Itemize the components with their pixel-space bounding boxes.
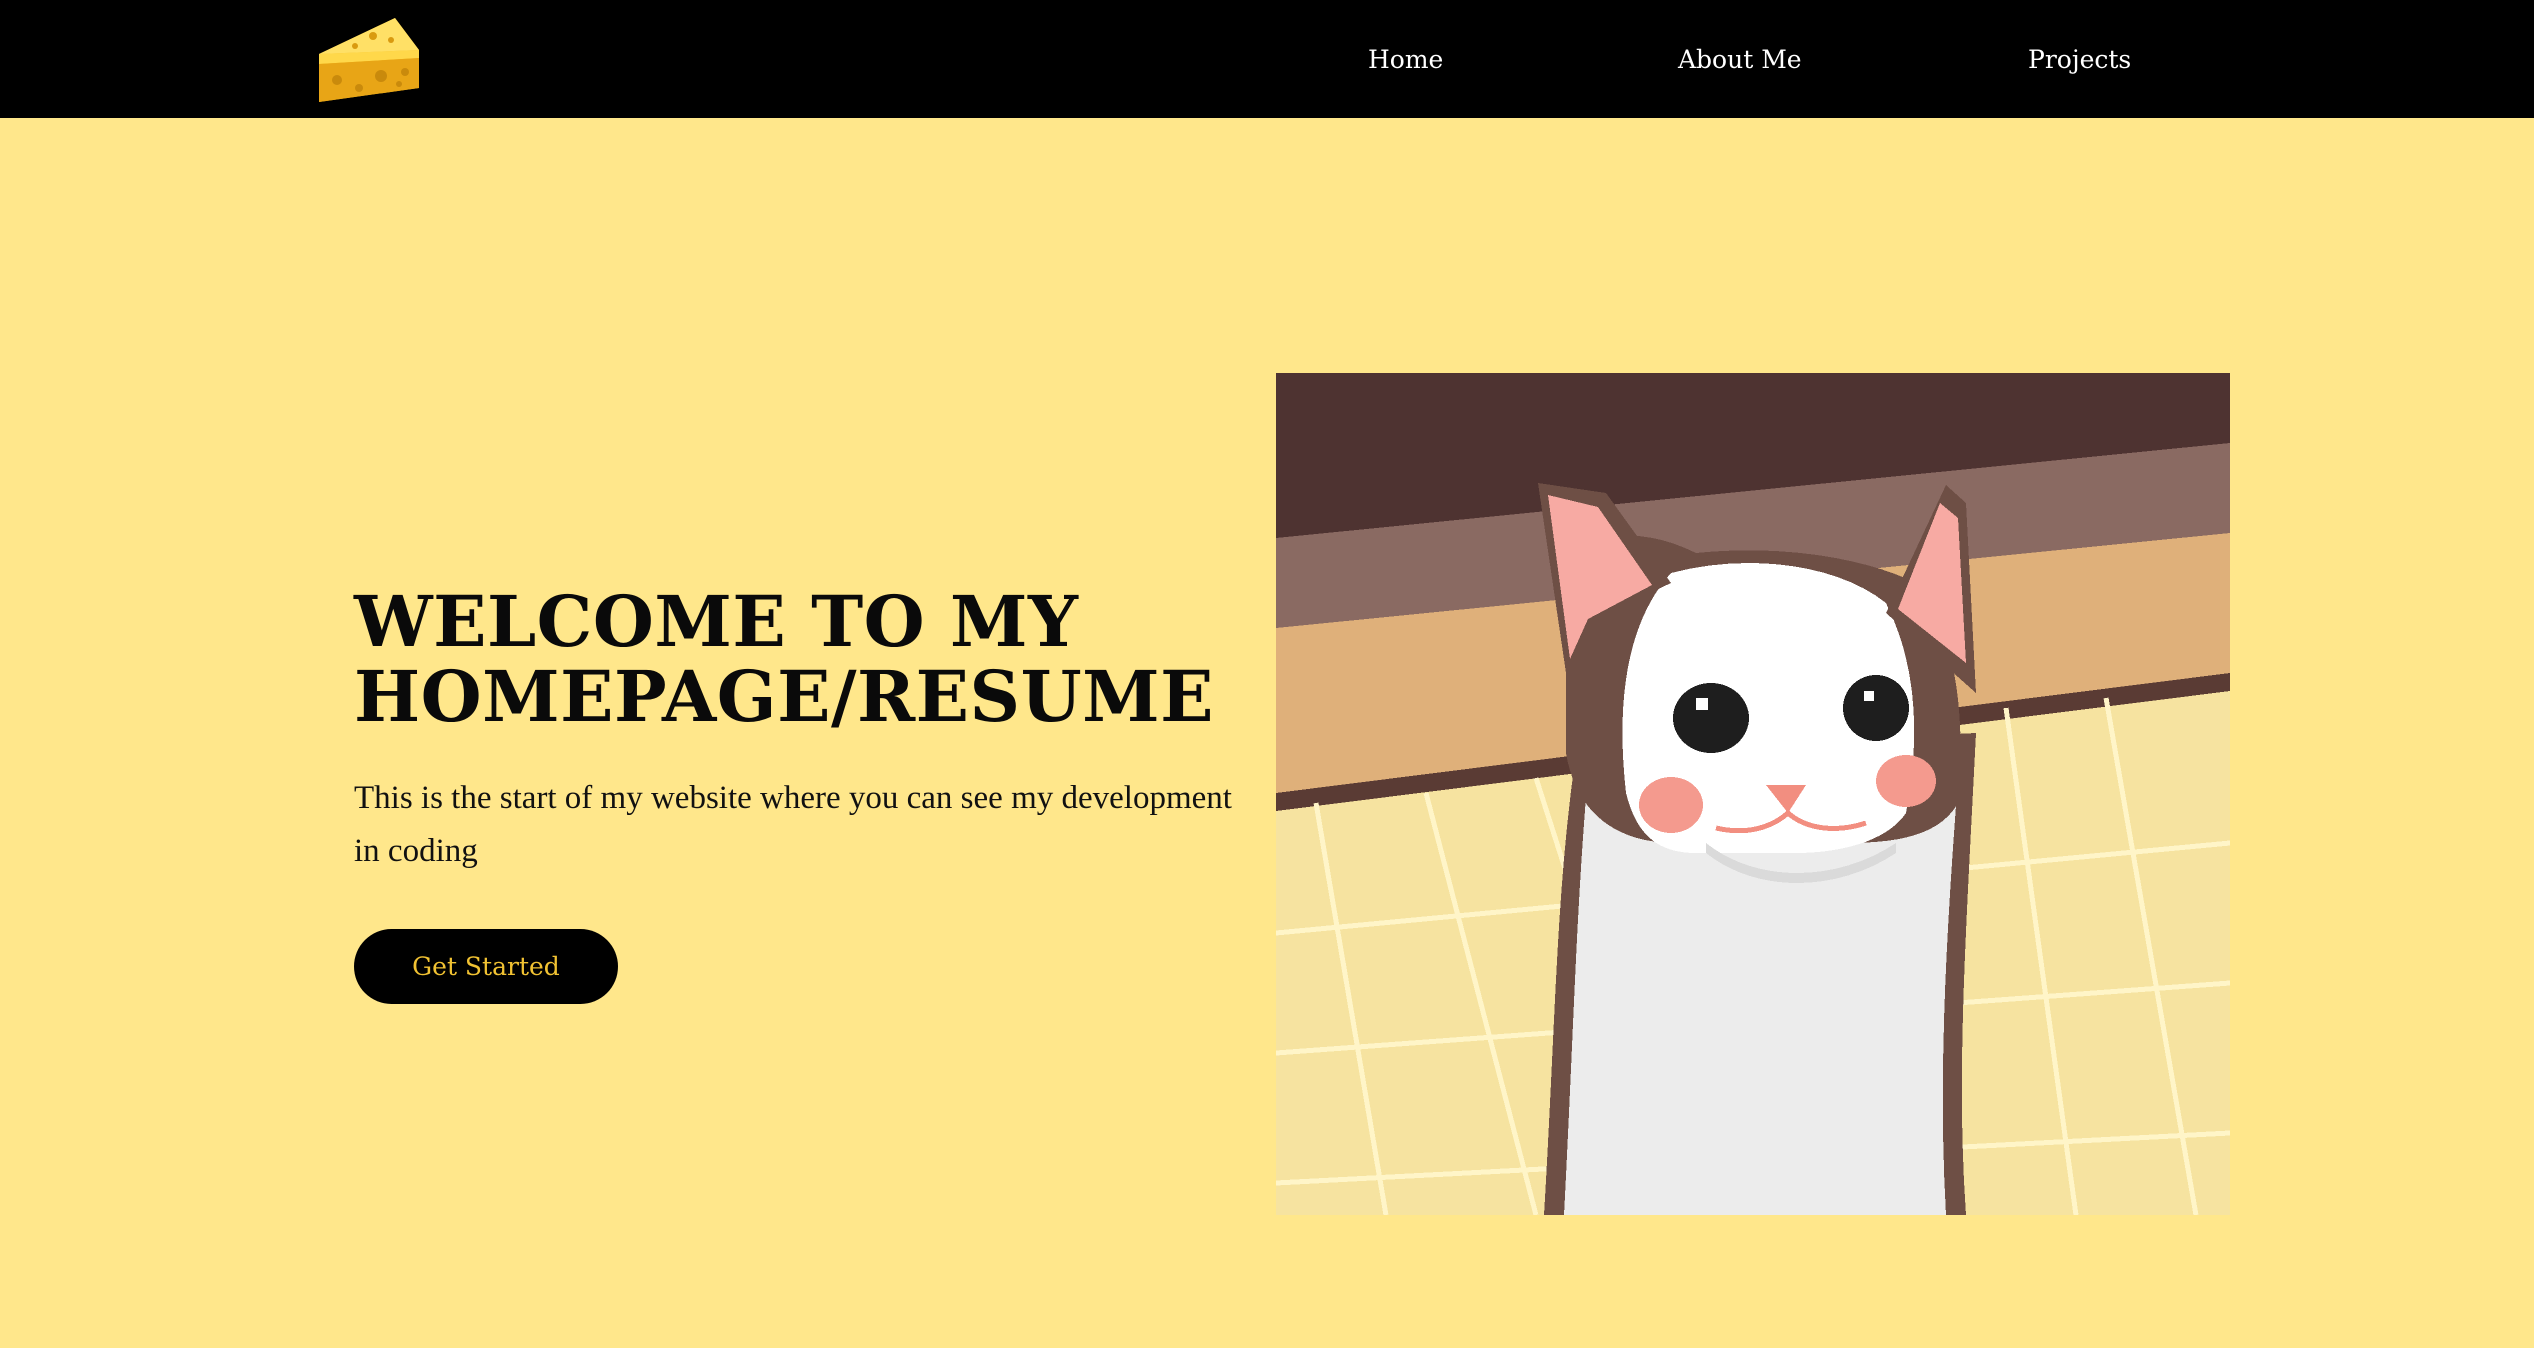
nav-home-link[interactable]: Home: [1368, 40, 1443, 80]
get-started-button[interactable]: Get Started: [354, 929, 618, 1004]
nav-about-link[interactable]: About Me: [1678, 40, 1802, 80]
pop-cat-image: [1276, 373, 2230, 1215]
hero-description: This is the start of my website where yo…: [354, 780, 1232, 869]
navbar: Home About Me Projects: [0, 0, 2534, 118]
nav-projects-link[interactable]: Projects: [2028, 40, 2131, 80]
cheese-icon[interactable]: [315, 14, 425, 104]
hero-title: WELCOME TO MY HOMEPAGE/RESUME: [354, 580, 1214, 738]
